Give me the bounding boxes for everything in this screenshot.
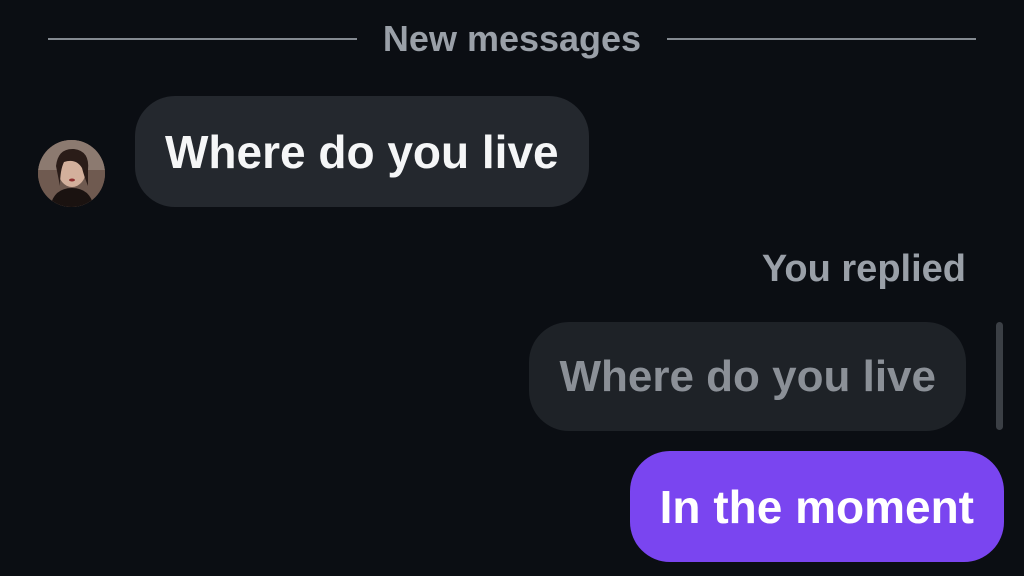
divider-line-right (667, 38, 976, 40)
incoming-message-text: Where do you live (165, 125, 559, 178)
new-messages-divider: New messages (48, 18, 976, 60)
sender-avatar[interactable] (38, 140, 105, 207)
reply-quote-bar (996, 322, 1003, 430)
you-replied-label: You replied (761, 248, 966, 290)
divider-line-left (48, 38, 357, 40)
message-thread: New messages Where do you live You repli… (0, 0, 1024, 576)
quoted-message-bubble[interactable]: Where do you live (529, 322, 966, 431)
incoming-message-bubble[interactable]: Where do you live (135, 96, 589, 207)
quoted-message-text: Where do you live (559, 351, 936, 401)
outgoing-message-text: In the moment (659, 480, 974, 533)
avatar-photo-icon (38, 140, 105, 207)
outgoing-message-bubble[interactable]: In the moment (629, 451, 1004, 562)
new-messages-label: New messages (382, 18, 642, 59)
